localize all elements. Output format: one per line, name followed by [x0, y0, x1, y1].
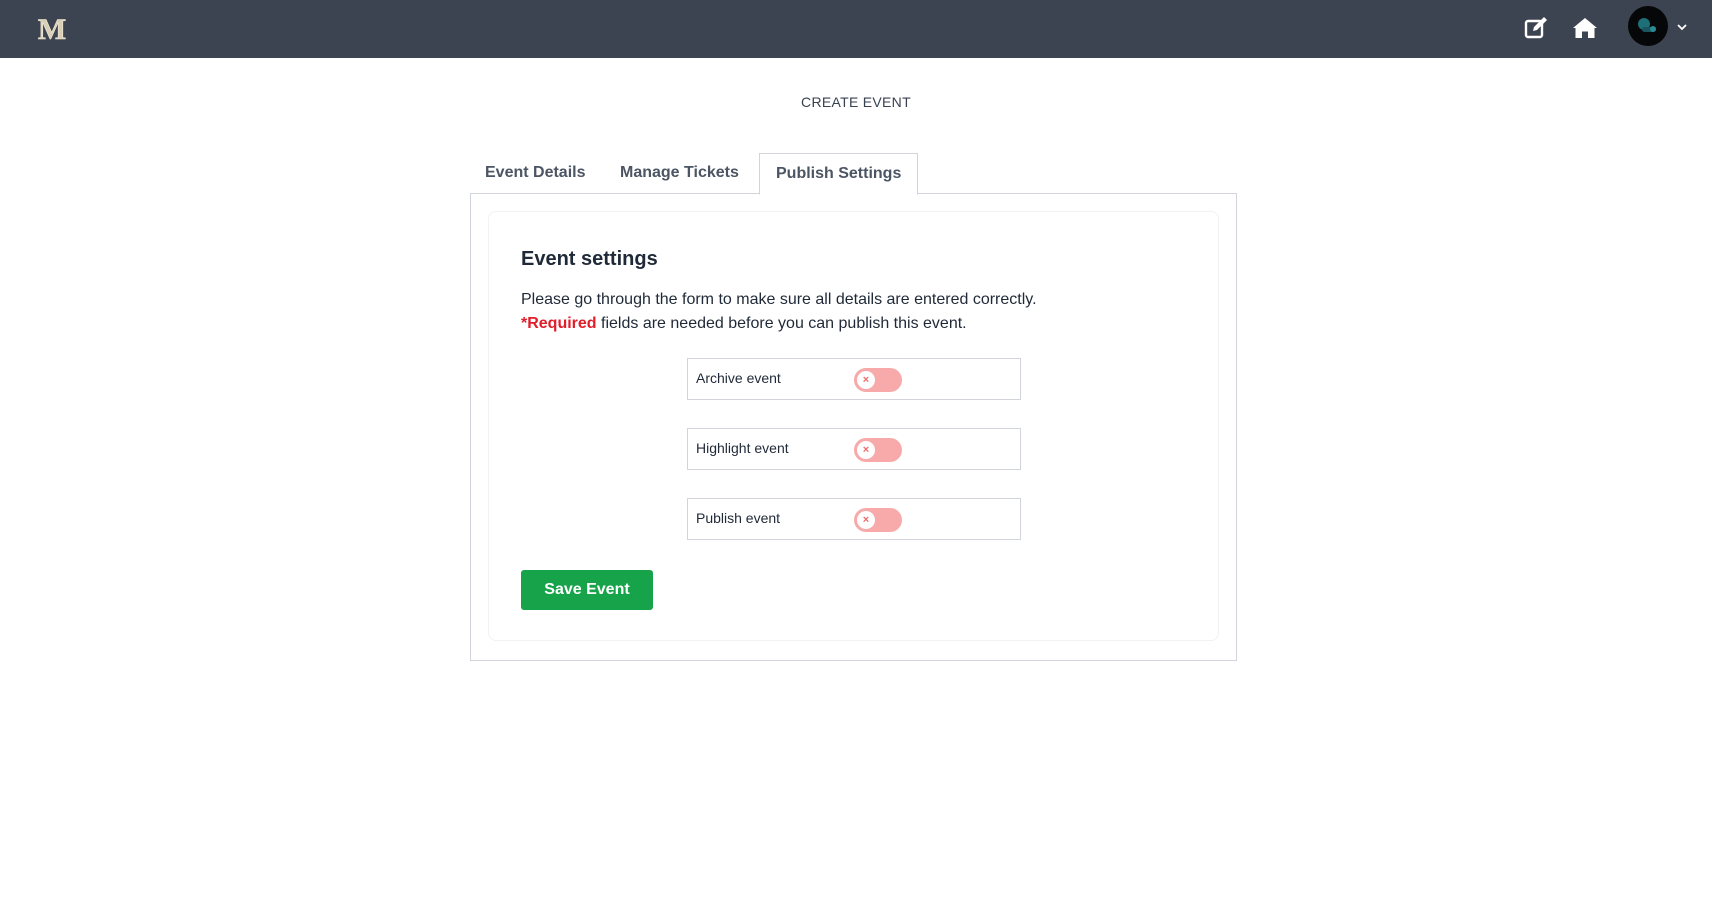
tab-panel: Event settings Please go through the for…: [470, 193, 1237, 661]
description-line-1: Please go through the form to make sure …: [521, 291, 1037, 308]
edit-icon[interactable]: [1522, 14, 1550, 42]
logo[interactable]: M: [36, 11, 68, 45]
setting-row-archive: Archive event ×: [687, 358, 1021, 400]
toggle-off-x-icon: ×: [857, 441, 875, 459]
archive-event-toggle[interactable]: ×: [854, 368, 902, 392]
card-description: Please go through the form to make sure …: [521, 288, 1201, 336]
svg-text:M: M: [38, 13, 66, 45]
toggle-off-x-icon: ×: [857, 371, 875, 389]
setting-row-publish: Publish event ×: [687, 498, 1021, 540]
home-icon[interactable]: [1571, 14, 1599, 42]
archive-event-label: Archive event: [696, 370, 781, 386]
required-marker: *Required: [521, 315, 597, 332]
tab-event-details[interactable]: Event Details: [485, 153, 585, 193]
publish-event-label: Publish event: [696, 510, 781, 526]
user-menu[interactable]: [1628, 6, 1688, 50]
description-line-2: *Required fields are needed before you c…: [521, 312, 1201, 336]
toggle-off-x-icon: ×: [857, 511, 875, 529]
page-title: CREATE EVENT: [801, 94, 911, 110]
setting-row-highlight: Highlight event ×: [687, 428, 1021, 470]
avatar-image: [1638, 18, 1656, 32]
save-event-button[interactable]: Save Event: [521, 570, 653, 610]
highlight-event-toggle[interactable]: ×: [854, 438, 902, 462]
publish-event-toggle[interactable]: ×: [854, 508, 902, 532]
event-settings-card: Event settings Please go through the for…: [488, 211, 1219, 641]
tab-manage-tickets[interactable]: Manage Tickets: [620, 153, 739, 193]
top-navbar: M: [0, 0, 1712, 58]
tab-publish-settings[interactable]: Publish Settings: [759, 153, 919, 195]
avatar[interactable]: [1628, 6, 1668, 46]
chevron-down-icon[interactable]: [1676, 22, 1688, 32]
description-line-2-text: fields are needed before you can publish…: [596, 315, 967, 332]
card-title: Event settings: [521, 248, 658, 270]
highlight-event-label: Highlight event: [696, 440, 789, 456]
